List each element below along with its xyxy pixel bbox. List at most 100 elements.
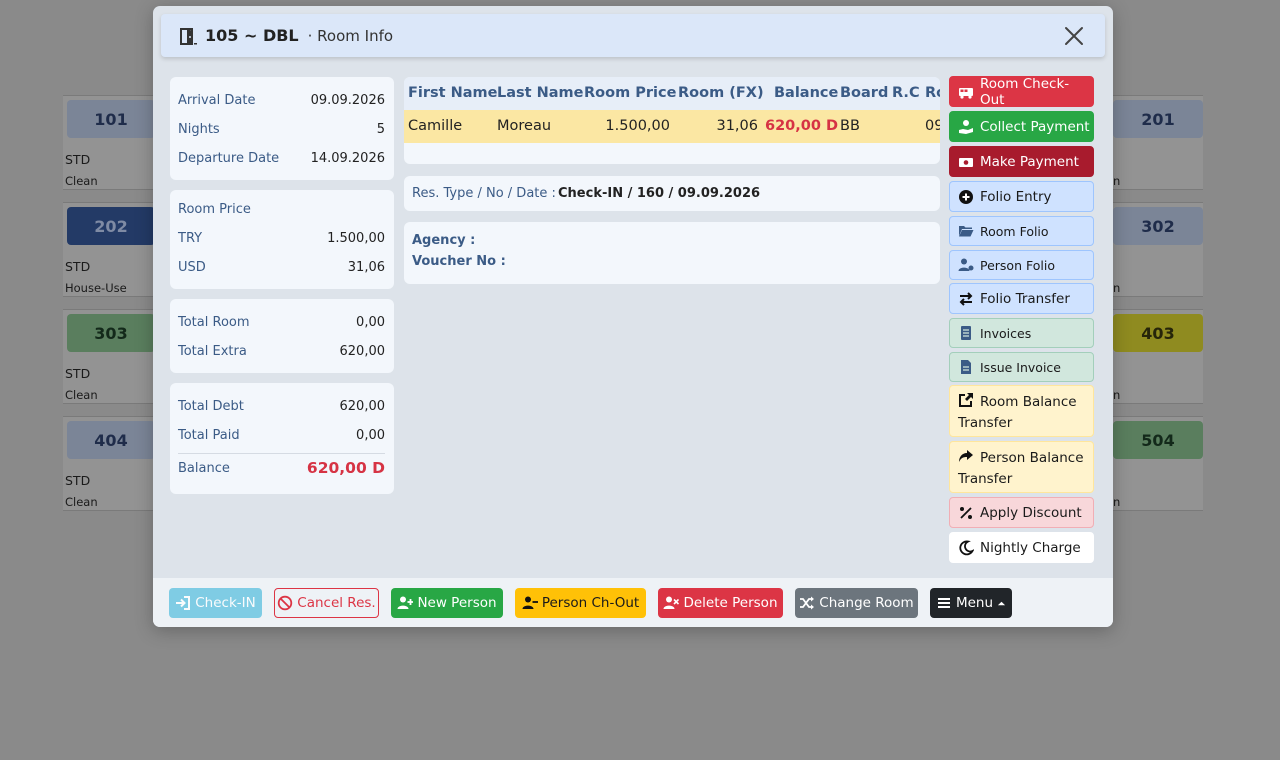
new-person-button[interactable]: New Person <box>391 588 503 618</box>
menu-label: Menu <box>955 595 994 611</box>
delete-person-button[interactable]: Delete Person <box>658 588 783 618</box>
money-bill-icon <box>959 157 973 167</box>
room-number-badge: 303 <box>67 314 155 352</box>
delete-person-label: Delete Person <box>683 595 778 611</box>
room-type: STD <box>65 259 91 274</box>
new-person-label: New Person <box>417 595 497 611</box>
apply-discount-button[interactable]: Apply Discount <box>949 497 1094 528</box>
room-number-badge: 302 <box>1113 207 1203 245</box>
folio-entry-label: Folio Entry <box>980 188 1052 205</box>
room-card[interactable]: 404 STD Clean <box>63 416 155 511</box>
cancel-reservation-label: Cancel Res. <box>297 595 376 611</box>
shuffle-icon <box>800 596 815 610</box>
total-paid-value: 0,00 <box>356 428 385 443</box>
reservation-label: Res. Type / No / Date : <box>412 186 556 201</box>
room-card[interactable]: 202 STD House-Use <box>63 202 155 297</box>
cell-balance: 620,00 D <box>765 118 839 134</box>
modal-subtitle: · Room Info <box>307 26 394 45</box>
try-value: 1.500,00 <box>327 231 385 246</box>
reservation-info: Res. Type / No / Date : Check-IN / 160 /… <box>404 176 940 211</box>
room-card[interactable]: 403 n <box>1113 309 1203 404</box>
agency-label: Agency : <box>412 233 476 248</box>
column-header: Room (FX) <box>678 85 764 101</box>
room-card[interactable]: 101 STD Clean <box>63 95 155 190</box>
room-number-badge: 101 <box>67 100 155 138</box>
totals-card: Total Room 0,00 Total Extra 620,00 <box>170 299 394 373</box>
room-number-badge: 201 <box>1113 100 1203 138</box>
column-header: Board <box>840 85 889 101</box>
nightly-charge-button[interactable]: Nightly Charge <box>949 532 1094 563</box>
collect-payment-label: Collect Payment <box>980 118 1090 135</box>
room-number-badge: 403 <box>1113 314 1203 352</box>
room-price-title: Room Price <box>178 202 251 217</box>
checkin-button[interactable]: Check-IN <box>169 588 262 618</box>
room-number-badge: 202 <box>67 207 155 245</box>
room-balance-transfer-button[interactable]: Room Balance Transfer <box>949 385 1094 437</box>
menu-dropdown-button[interactable]: Menu <box>930 588 1012 618</box>
agency-info: Agency : Voucher No : <box>404 222 940 284</box>
person-checkout-label: Person Ch-Out <box>541 595 640 611</box>
nights-value: 5 <box>376 122 385 137</box>
room-status: n <box>1113 388 1121 402</box>
room-type: STD <box>65 152 91 167</box>
column-header: Balance <box>774 85 839 101</box>
cell-room-fx: 31,06 <box>716 118 758 134</box>
invoices-label: Invoices <box>980 325 1032 341</box>
change-room-button[interactable]: Change Room <box>795 588 918 618</box>
cell-rc: 09 <box>925 118 940 134</box>
change-room-label: Change Room <box>819 595 914 611</box>
modal-header: 105 ~ DBL · Room Info <box>161 14 1105 57</box>
total-debt-label: Total Debt <box>178 399 244 414</box>
room-folio-button[interactable]: Room Folio <box>949 216 1094 246</box>
modal-footer: Check-IN Cancel Res. New Person Person C… <box>153 578 1113 627</box>
room-card[interactable]: 504 n <box>1113 416 1203 511</box>
room-info-modal: 105 ~ DBL · Room Info Arrival Date 09.09.… <box>153 6 1113 627</box>
column-header: Last Name <box>497 85 584 101</box>
usd-label: USD <box>178 260 206 275</box>
total-room-label: Total Room <box>178 315 250 330</box>
cancel-reservation-button[interactable]: Cancel Res. <box>274 588 379 618</box>
checkin-label: Check-IN <box>195 595 256 611</box>
nights-label: Nights <box>178 122 220 137</box>
sign-in-icon <box>176 596 191 610</box>
room-status: House-Use <box>65 281 127 295</box>
room-card[interactable]: 201 n <box>1113 95 1203 190</box>
modal-title: 105 ~ DBL <box>205 26 299 45</box>
file-lines-icon <box>961 326 971 340</box>
issue-invoice-label: Issue Invoice <box>980 359 1061 375</box>
room-card[interactable]: 303 STD Clean <box>63 309 155 404</box>
collect-payment-button[interactable]: Collect Payment <box>949 111 1094 142</box>
issue-invoice-button[interactable]: Issue Invoice <box>949 352 1094 382</box>
room-card[interactable]: 302 n <box>1113 202 1203 297</box>
voucher-label: Voucher No : <box>412 254 506 269</box>
person-balance-transfer-button[interactable]: Person Balance Transfer <box>949 441 1094 493</box>
person-folio-button[interactable]: Person Folio <box>949 250 1094 280</box>
make-payment-label: Make Payment <box>980 153 1079 170</box>
folio-transfer-button[interactable]: Folio Transfer <box>949 283 1094 314</box>
close-icon[interactable] <box>1063 25 1085 47</box>
truck-icon <box>959 87 973 99</box>
room-price-card: Room Price TRY 1.500,00 USD 31,06 <box>170 190 394 289</box>
person-checkout-button[interactable]: Person Ch-Out <box>515 588 646 618</box>
cell-board: BB <box>840 118 860 134</box>
folder-open-icon <box>959 226 974 237</box>
make-payment-button[interactable]: Make Payment <box>949 146 1094 177</box>
room-checkout-button[interactable]: Room Check-Out <box>949 76 1094 108</box>
user-plus-icon <box>397 596 414 609</box>
plus-circle-icon <box>959 189 973 204</box>
departure-label: Departure Date <box>178 151 280 166</box>
folio-entry-button[interactable]: Folio Entry <box>949 181 1094 212</box>
share-icon <box>959 450 973 462</box>
bars-icon <box>937 598 950 608</box>
total-debt-value: 620,00 <box>339 399 386 414</box>
balance-label: Balance <box>178 461 230 476</box>
file-icon <box>961 360 971 374</box>
column-header: R.C <box>892 85 920 101</box>
balance-card: Total Debt 620,00 Total Paid 0,00 Balance 6… <box>170 383 394 494</box>
nightly-charge-label: Nightly Charge <box>980 539 1081 556</box>
invoices-button[interactable]: Invoices <box>949 318 1094 348</box>
room-status: n <box>1113 281 1121 295</box>
room-folio-label: Room Folio <box>980 223 1049 239</box>
table-row[interactable]: Camille Moreau 1.500,00 31,06 620,00 D B… <box>404 110 940 143</box>
total-extra-label: Total Extra <box>178 344 247 359</box>
